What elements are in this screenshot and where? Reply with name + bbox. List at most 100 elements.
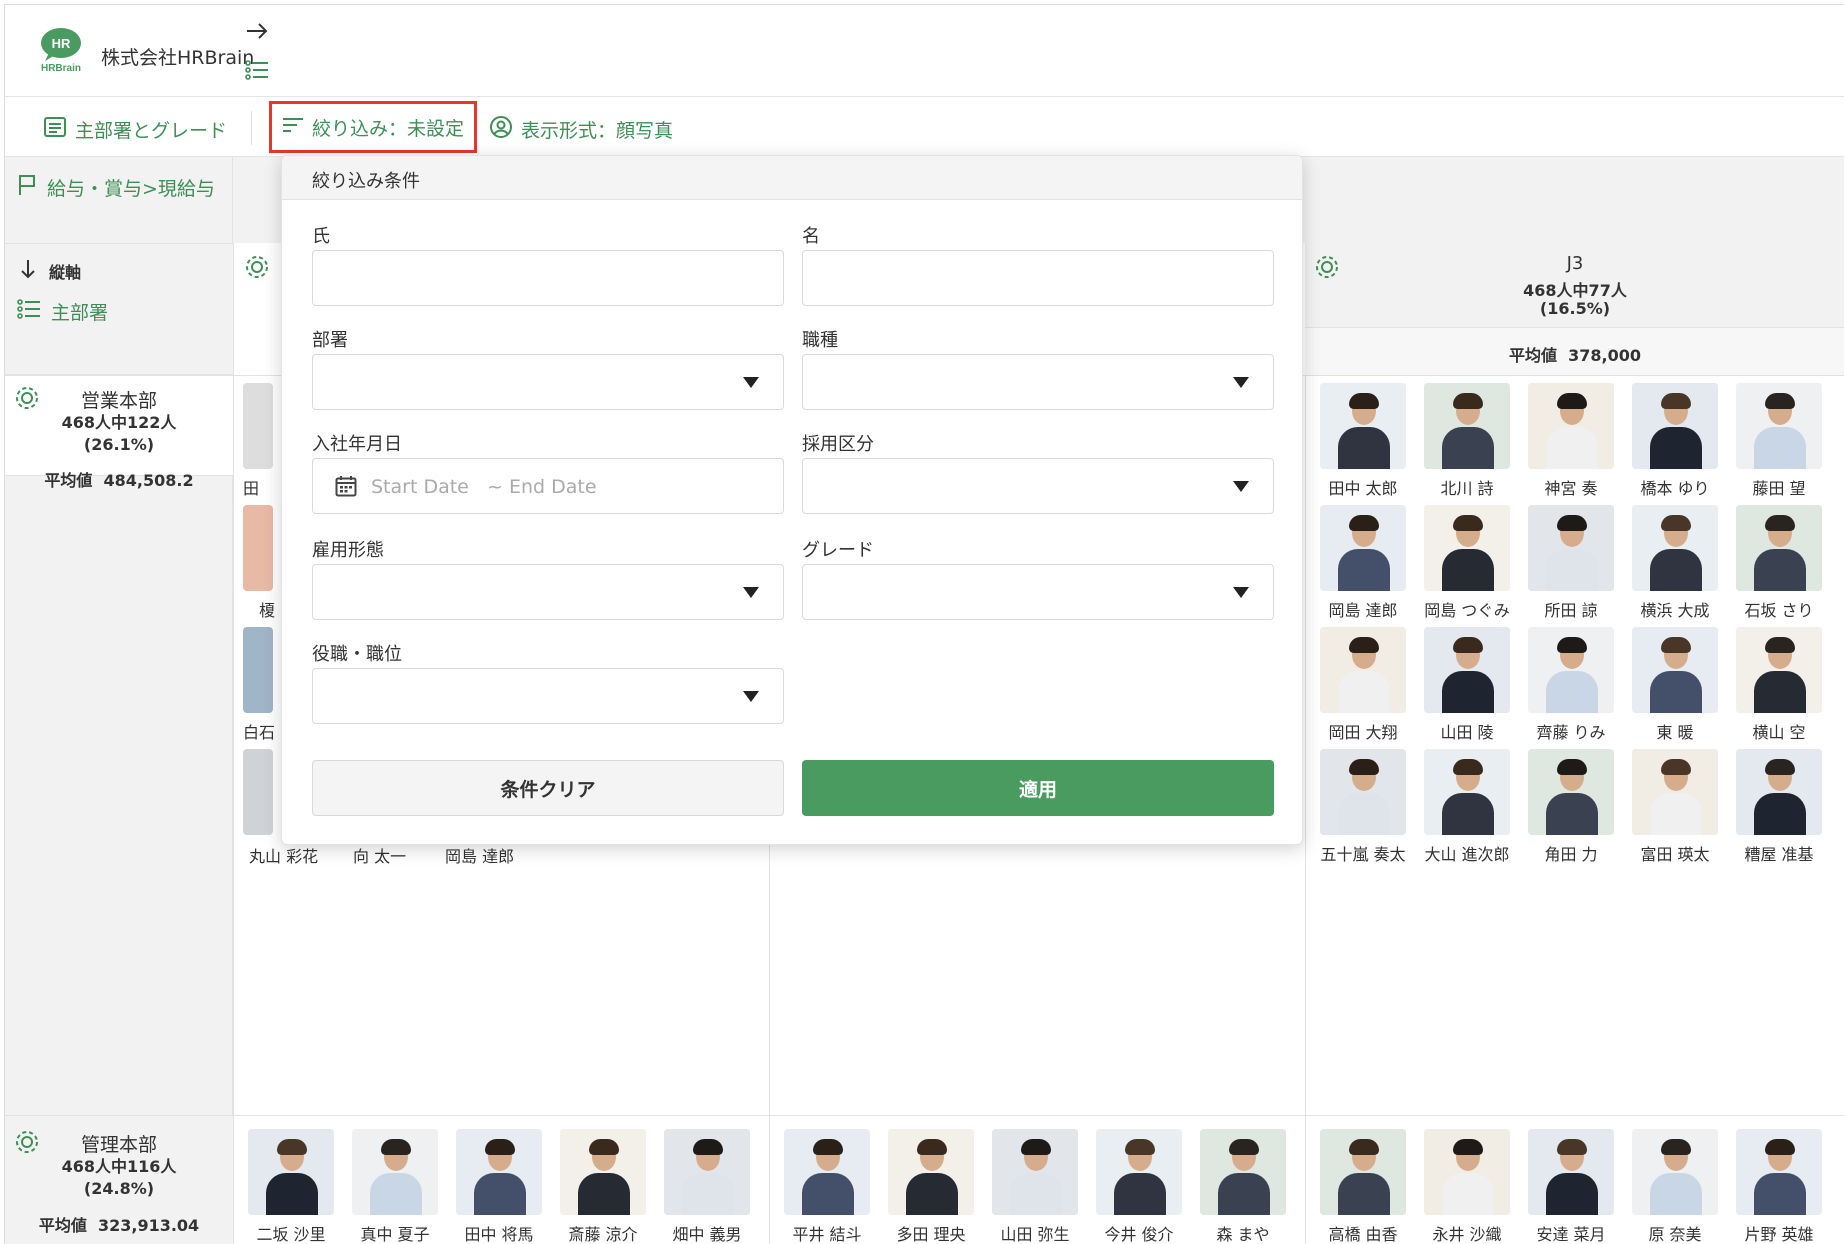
clear-conditions-button[interactable]: 条件クリア: [312, 760, 784, 816]
employment-type-select[interactable]: [312, 564, 784, 620]
employee-card[interactable]: 平井 結斗: [781, 1129, 873, 1244]
employee-photo: [1736, 1129, 1822, 1215]
grade-select[interactable]: [802, 564, 1274, 620]
horizontal-axis-list-icon[interactable]: [245, 59, 269, 85]
employee-card[interactable]: 角田 力: [1525, 749, 1617, 865]
job-type-select[interactable]: [802, 354, 1274, 410]
employee-name: 横山 空: [1752, 723, 1806, 742]
app-window: HR HRBrain 株式会社HRBrain 主部署とグレード 絞り込み：未設定…: [4, 4, 1844, 1244]
apply-button[interactable]: 適用: [802, 760, 1274, 816]
employee-card[interactable]: 田中 将馬: [453, 1129, 545, 1244]
caret-down-icon: [743, 691, 759, 702]
row-percent: (26.1%): [83, 435, 155, 454]
employee-name: 高橋 由香: [1328, 1225, 1398, 1244]
filter-lines-icon: [282, 116, 304, 139]
employee-card[interactable]: 高橋 由香: [1317, 1129, 1409, 1244]
employee-card[interactable]: 多田 理央: [885, 1129, 977, 1244]
employee-card[interactable]: 今井 俊介: [1093, 1129, 1185, 1244]
employee-card[interactable]: 横山 空: [1733, 627, 1825, 743]
employee-card[interactable]: 大山 進次郎: [1421, 749, 1513, 865]
employee-card[interactable]: 山田 弥生: [989, 1129, 1081, 1244]
first-name-input[interactable]: [802, 250, 1274, 306]
employee-name: 山田 陵: [1440, 723, 1494, 742]
employee-card[interactable]: 藤田 望: [1733, 383, 1825, 499]
employee-card[interactable]: 北川 詩: [1421, 383, 1513, 499]
employee-card[interactable]: 片野 英雄: [1733, 1129, 1825, 1244]
row-percent: (24.8%): [83, 1179, 155, 1198]
employment-type-label: 雇用形態: [312, 540, 384, 561]
employee-card[interactable]: 真中 夏子: [349, 1129, 441, 1244]
employee-name[interactable]: 向 太一: [353, 843, 406, 867]
employee-card[interactable]: 横浜 大成: [1629, 505, 1721, 621]
employee-card[interactable]: 原 奈美: [1629, 1129, 1721, 1244]
employee-card[interactable]: 神宮 奏: [1525, 383, 1617, 499]
employee-name: 田中 太郎: [1328, 479, 1398, 498]
employee-card[interactable]: 山田 陵: [1421, 627, 1513, 743]
employee-name: 所田 諒: [1544, 601, 1598, 620]
employee-card[interactable]: 東 暖: [1629, 627, 1721, 743]
employee-photo: [352, 1129, 438, 1215]
employee-photo: [1632, 505, 1718, 591]
employee-card[interactable]: 岡田 大翔: [1317, 627, 1409, 743]
employee-name: 橋本 ゆり: [1640, 479, 1710, 498]
employee-card[interactable]: 畑中 義男: [661, 1129, 753, 1244]
employee-card[interactable]: 安達 菜月: [1525, 1129, 1617, 1244]
employee-photo: [1632, 383, 1718, 469]
join-date-range-input[interactable]: Start Date ~ End Date: [312, 458, 784, 514]
caret-down-icon: [1233, 587, 1249, 598]
display-mode-button[interactable]: 表示形式：顔写真: [489, 111, 673, 147]
employee-name: 森 まや: [1216, 1225, 1270, 1244]
employee-name[interactable]: 丸山 彩花: [249, 843, 318, 867]
employee-card[interactable]: 所田 諒: [1525, 505, 1617, 621]
filter-button[interactable]: 絞り込み：未設定: [269, 101, 478, 153]
department-select[interactable]: [312, 354, 784, 410]
employee-photo: [1736, 505, 1822, 591]
employee-card[interactable]: 永井 沙織: [1421, 1129, 1513, 1244]
filter-conditions-panel: 絞り込み条件 氏 名 部署 職種 入社年月日 Start Date ~ End …: [281, 155, 1303, 845]
position-select[interactable]: [312, 668, 784, 724]
toolbar: 主部署とグレード 絞り込み：未設定 表示形式：顔写真: [5, 97, 1844, 157]
employee-name: 永井 沙織: [1432, 1225, 1502, 1244]
employee-card[interactable]: 森 まや: [1197, 1129, 1289, 1244]
hire-category-select[interactable]: [802, 458, 1274, 514]
employee-card[interactable]: 田中 太郎: [1317, 383, 1409, 499]
avg-value: 323,913.04: [97, 1216, 200, 1235]
employee-card[interactable]: 二坂 沙里: [245, 1129, 337, 1244]
employee-card[interactable]: 齊藤 りみ: [1525, 627, 1617, 743]
arrow-right-icon: [245, 21, 269, 47]
employee-card[interactable]: 岡島 つぐみ: [1421, 505, 1513, 621]
dept-grade-button[interactable]: 主部署とグレード: [43, 111, 227, 147]
employee-card[interactable]: 橋本 ゆり: [1629, 383, 1721, 499]
employee-card[interactable]: 五十嵐 奏太: [1317, 749, 1409, 865]
employee-name: 田中 将馬: [464, 1225, 534, 1244]
employee-photo: [784, 1129, 870, 1215]
salary-path[interactable]: 給与・賞与>現給与: [17, 173, 215, 202]
avg-value: 484,508.2: [103, 471, 194, 490]
employee-name: 岡田 大翔: [1328, 723, 1398, 742]
hrbrain-logo[interactable]: HR HRBrain: [39, 27, 93, 77]
j3-title: J3: [1566, 253, 1584, 274]
employee-name[interactable]: 岡島 達郎: [445, 843, 514, 867]
end-date-placeholder[interactable]: ~ End Date: [487, 476, 597, 498]
employee-card[interactable]: 斎藤 涼介: [557, 1129, 649, 1244]
employee-name: 原 奈美: [1648, 1225, 1702, 1244]
display-mode-label: 表示形式：顔写真: [521, 119, 674, 142]
employee-card[interactable]: 石坂 さり: [1733, 505, 1825, 621]
start-date-placeholder[interactable]: Start Date: [371, 476, 469, 498]
user-circle-icon: [489, 115, 513, 144]
row-header-sales: 営業本部 468人中122人 (26.1%): [5, 376, 233, 476]
last-name-label: 氏: [312, 226, 330, 247]
employee-name: 富田 瑛太: [1640, 845, 1710, 864]
employee-name: 岡島 つぐみ: [1424, 601, 1510, 620]
join-date-label: 入社年月日: [312, 434, 402, 455]
j3-percent: (16.5%): [1539, 299, 1611, 318]
employee-photo: [243, 383, 273, 469]
job-type-label: 職種: [802, 330, 838, 351]
employee-photo: [1320, 627, 1406, 713]
last-name-input[interactable]: [312, 250, 784, 306]
employee-card[interactable]: 糟屋 准基: [1733, 749, 1825, 865]
employee-card[interactable]: 岡島 達郎: [1317, 505, 1409, 621]
main-dept-selector[interactable]: 主部署: [17, 298, 108, 325]
column-settings-gear-icon[interactable]: [243, 253, 271, 285]
employee-card[interactable]: 富田 瑛太: [1629, 749, 1721, 865]
